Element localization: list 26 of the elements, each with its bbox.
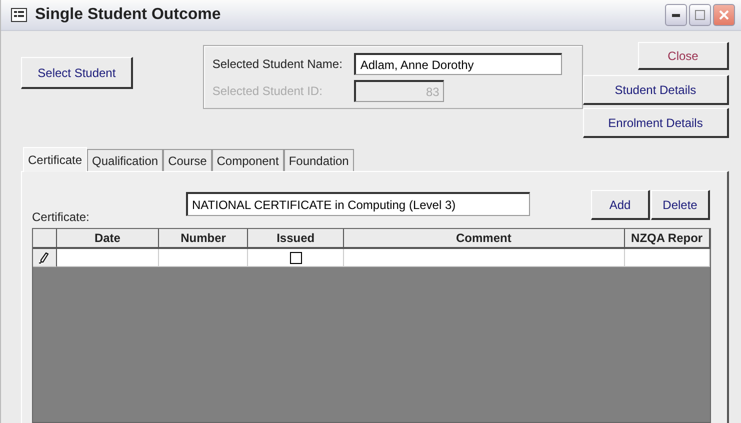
certificate-field[interactable]: NATIONAL CERTIFICATE in Computing (Level 3) <box>186 192 530 216</box>
minimize-button[interactable] <box>665 4 687 26</box>
tab[interactable]: Qualification <box>87 149 164 171</box>
maximize-icon <box>695 10 705 20</box>
row-selector[interactable] <box>33 249 57 267</box>
close-icon <box>719 10 729 20</box>
pencil-icon <box>39 252 50 264</box>
action-button[interactable]: Add <box>591 190 650 220</box>
student-id-label: Selected Student ID: <box>212 84 324 98</box>
student-name-field[interactable]: Adlam, Anne Dorothy <box>354 53 562 75</box>
tab[interactable]: Course <box>163 149 212 171</box>
window-title: Single Student Outcome <box>35 6 221 24</box>
action-button[interactable]: Delete <box>651 190 710 220</box>
side-button[interactable]: Enrolment Details <box>583 108 729 138</box>
student-name-label: Selected Student Name: <box>212 57 344 71</box>
tab[interactable]: Certificate <box>23 147 88 172</box>
issued-checkbox[interactable] <box>290 252 302 264</box>
tab[interactable]: Component <box>212 149 284 171</box>
certificate-label: Certificate: <box>32 210 90 224</box>
select-student-button[interactable]: Select Student <box>21 57 134 89</box>
form-icon <box>11 8 27 22</box>
minimize-icon <box>672 14 680 16</box>
side-button[interactable]: Close <box>638 42 729 70</box>
close-window-button[interactable] <box>713 4 735 26</box>
tab[interactable]: Foundation <box>284 149 354 171</box>
side-button[interactable]: Student Details <box>583 75 729 105</box>
